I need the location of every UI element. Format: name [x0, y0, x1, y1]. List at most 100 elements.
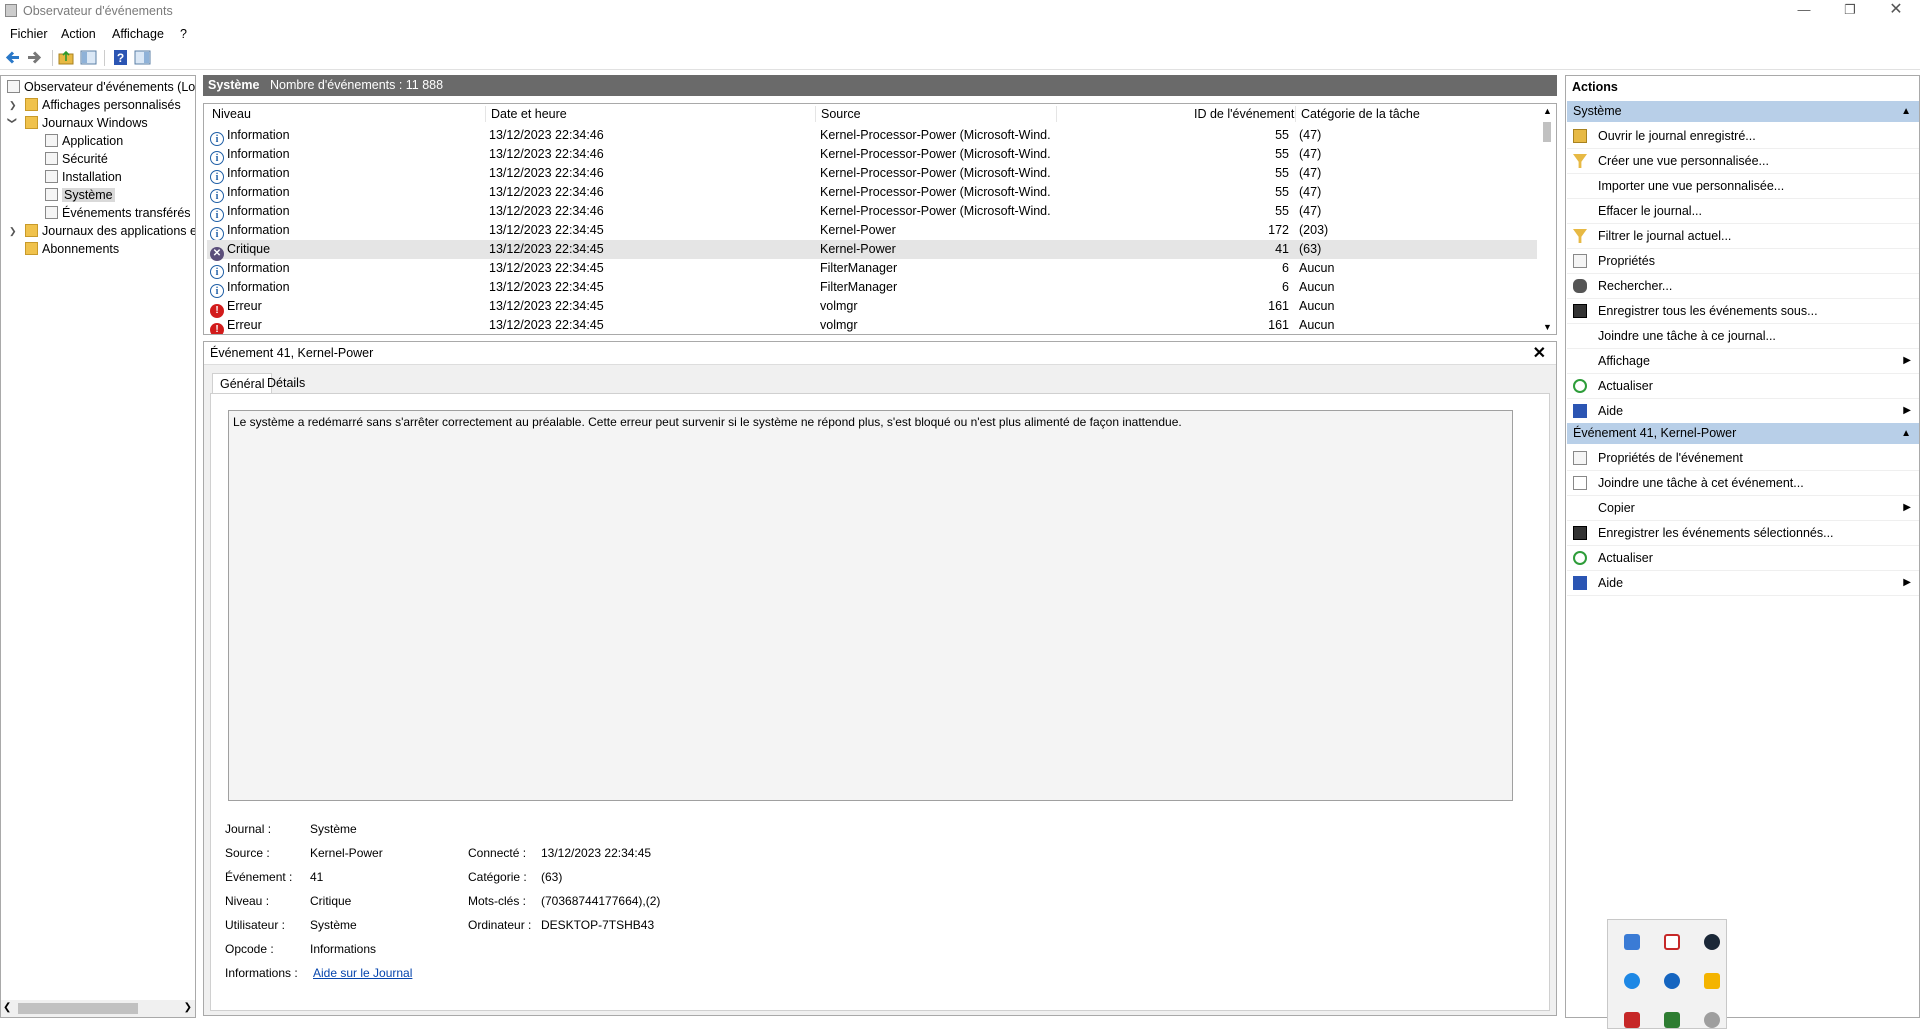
column-header-source[interactable]: Source [821, 107, 861, 121]
action-help[interactable]: Aide ▶ [1567, 399, 1919, 424]
column-separator[interactable] [815, 106, 816, 122]
folder-up-icon[interactable] [58, 49, 75, 66]
show-hide-actions-icon[interactable] [134, 49, 151, 66]
tree-item-setup[interactable]: Installation [45, 169, 122, 186]
menu-affichage[interactable]: Affichage [112, 27, 164, 41]
action-create-custom-view[interactable]: Créer une vue personnalisée... [1567, 149, 1919, 174]
tree-item-apps-services[interactable]: Journaux des applications et [25, 223, 195, 240]
tree-item-application[interactable]: Application [45, 133, 123, 150]
bluetooth-icon[interactable] [1624, 973, 1640, 989]
binoculars-icon [1573, 279, 1587, 293]
minimize-button[interactable]: — [1781, 0, 1827, 22]
action-event-properties[interactable]: Propriétés de l'événement [1567, 446, 1919, 471]
collapse-section-icon[interactable]: ▲ [1901, 101, 1911, 122]
expand-icon[interactable]: ❯ [9, 100, 17, 111]
info-icon: i [210, 208, 224, 222]
tree-item-custom-views[interactable]: Affichages personnalisés [25, 97, 181, 114]
submenu-arrow-icon: ▶ [1903, 577, 1911, 588]
collapse-section-icon[interactable]: ▲ [1901, 423, 1911, 444]
horizontal-scrollbar[interactable]: ❮ ❯ [1, 1000, 195, 1017]
column-separator[interactable] [1295, 106, 1296, 122]
action-clear-log[interactable]: Effacer le journal... [1567, 199, 1919, 224]
table-row[interactable]: i Information 13/12/2023 22:34:46 Kernel-Pr… [207, 145, 1537, 165]
vertical-scrollbar[interactable]: ▲ ▼ [1539, 104, 1556, 334]
action-filter-current-log[interactable]: Filtrer le journal actuel... [1567, 224, 1919, 249]
column-header-date[interactable]: Date et heure [491, 107, 567, 121]
action-save-selected-events[interactable]: Enregistrer les événements sélectionnés.… [1567, 521, 1919, 546]
table-row[interactable]: ! Erreur 13/12/2023 22:34:45 volmgr 161 Aucun [207, 297, 1537, 318]
column-header-event-id[interactable]: ID de l'événement [1194, 107, 1294, 121]
app-tray-icon[interactable] [1704, 973, 1720, 989]
action-refresh[interactable]: Actualiser [1567, 374, 1919, 399]
table-row[interactable]: i Information 13/12/2023 22:34:46 Kernel-Pr… [207, 183, 1537, 203]
column-header-category[interactable]: Catégorie de la tâche [1301, 107, 1420, 121]
collapse-icon[interactable]: ❯ [6, 117, 17, 125]
scroll-thumb[interactable] [18, 1003, 138, 1014]
table-row[interactable]: i Information 13/12/2023 22:34:45 Kernel-Po… [207, 221, 1537, 241]
scroll-up-icon[interactable]: ▲ [1543, 106, 1552, 116]
event-description: Le système a redémarré sans s'arrêter co… [233, 415, 1182, 429]
steam-icon[interactable] [1704, 934, 1720, 950]
action-attach-task-log[interactable]: Joindre une tâche à ce journal... [1567, 324, 1919, 349]
scroll-right-icon[interactable]: ❯ [184, 1002, 192, 1013]
maximize-button[interactable]: ❐ [1827, 0, 1873, 22]
sync-icon[interactable] [1664, 973, 1680, 989]
menu-action[interactable]: Action [61, 27, 96, 41]
action-copy[interactable]: Copier ▶ [1567, 496, 1919, 521]
app-tray-icon[interactable] [1704, 1012, 1720, 1028]
tab-details[interactable]: Détails [260, 373, 312, 393]
action-refresh[interactable]: Actualiser [1567, 546, 1919, 571]
action-label: Importer une vue personnalisée... [1598, 179, 1785, 193]
table-row[interactable]: i Information 13/12/2023 22:34:45 FilterMan… [207, 259, 1537, 279]
action-open-saved-log[interactable]: Ouvrir le journal enregistré... [1567, 124, 1919, 149]
table-row[interactable]: i Information 13/12/2023 22:34:45 FilterMan… [207, 278, 1537, 298]
close-detail-icon[interactable]: ✕ [1533, 343, 1546, 363]
table-row[interactable]: i Information 13/12/2023 22:34:46 Kernel-Pr… [207, 126, 1537, 146]
close-button[interactable]: ✕ [1873, 0, 1919, 22]
tree-item-subscriptions[interactable]: Abonnements [25, 241, 119, 258]
tree-item-windows-logs[interactable]: Journaux Windows [25, 115, 148, 132]
cell-source: Kernel-Processor-Power (Microsoft-Wind..… [820, 166, 1050, 180]
tree-item-root[interactable]: Observateur d'événements (Local) [7, 79, 195, 96]
show-hide-tree-icon[interactable] [80, 49, 97, 66]
forward-arrow-icon[interactable] [26, 49, 43, 66]
action-find[interactable]: Rechercher... [1567, 274, 1919, 299]
antivirus-icon[interactable] [1664, 934, 1680, 950]
tree-item-system[interactable]: Système [45, 187, 115, 204]
column-separator[interactable] [485, 106, 486, 122]
value-keywords: (70368744177664),(2) [541, 894, 661, 908]
column-separator[interactable] [1056, 106, 1057, 122]
tree-item-security[interactable]: Sécurité [45, 151, 108, 168]
actions-section-event[interactable]: Événement 41, Kernel-Power ▲ [1567, 423, 1919, 444]
action-properties[interactable]: Propriétés [1567, 249, 1919, 274]
action-attach-task-event[interactable]: Joindre une tâche à cet événement... [1567, 471, 1919, 496]
cell-category: (47) [1299, 166, 1322, 180]
help-icon[interactable]: ? [112, 49, 129, 66]
tree-item-forwarded[interactable]: Événements transférés [45, 205, 191, 222]
action-help[interactable]: Aide ▶ [1567, 571, 1919, 596]
cell-event-id: 55 [1275, 204, 1289, 218]
scroll-left-icon[interactable]: ❮ [3, 1002, 11, 1013]
action-view[interactable]: Affichage ▶ [1567, 349, 1919, 374]
help-journal-link[interactable]: Aide sur le Journal [313, 966, 412, 980]
table-row[interactable]: ! Erreur 13/12/2023 22:34:45 volmgr 161 Aucun [207, 316, 1537, 334]
menu-help[interactable]: ? [180, 27, 187, 41]
toolbar-separator [104, 50, 105, 66]
action-import-custom-view[interactable]: Importer une vue personnalisée... [1567, 174, 1919, 199]
app-tray-icon[interactable] [1624, 1012, 1640, 1028]
scroll-thumb[interactable] [1543, 122, 1551, 142]
scroll-down-icon[interactable]: ▼ [1543, 322, 1552, 332]
folder-icon [25, 116, 38, 129]
nvidia-icon[interactable] [1664, 1012, 1680, 1028]
menu-fichier[interactable]: Fichier [10, 27, 48, 41]
table-row[interactable]: i Information 13/12/2023 22:34:46 Kernel-Pr… [207, 164, 1537, 184]
column-header-level[interactable]: Niveau [212, 107, 251, 121]
action-save-all-events[interactable]: Enregistrer tous les événements sous... [1567, 299, 1919, 324]
actions-section-system[interactable]: Système ▲ [1567, 101, 1919, 122]
log-icon [45, 206, 58, 219]
table-row[interactable]: ✕ Critique 13/12/2023 22:34:45 Kernel-Power… [207, 240, 1537, 261]
expand-icon[interactable]: ❯ [9, 226, 17, 237]
table-row[interactable]: i Information 13/12/2023 22:34:46 Kernel-Pr… [207, 202, 1537, 222]
outlook-icon[interactable] [1624, 934, 1640, 950]
back-arrow-icon[interactable] [4, 49, 21, 66]
